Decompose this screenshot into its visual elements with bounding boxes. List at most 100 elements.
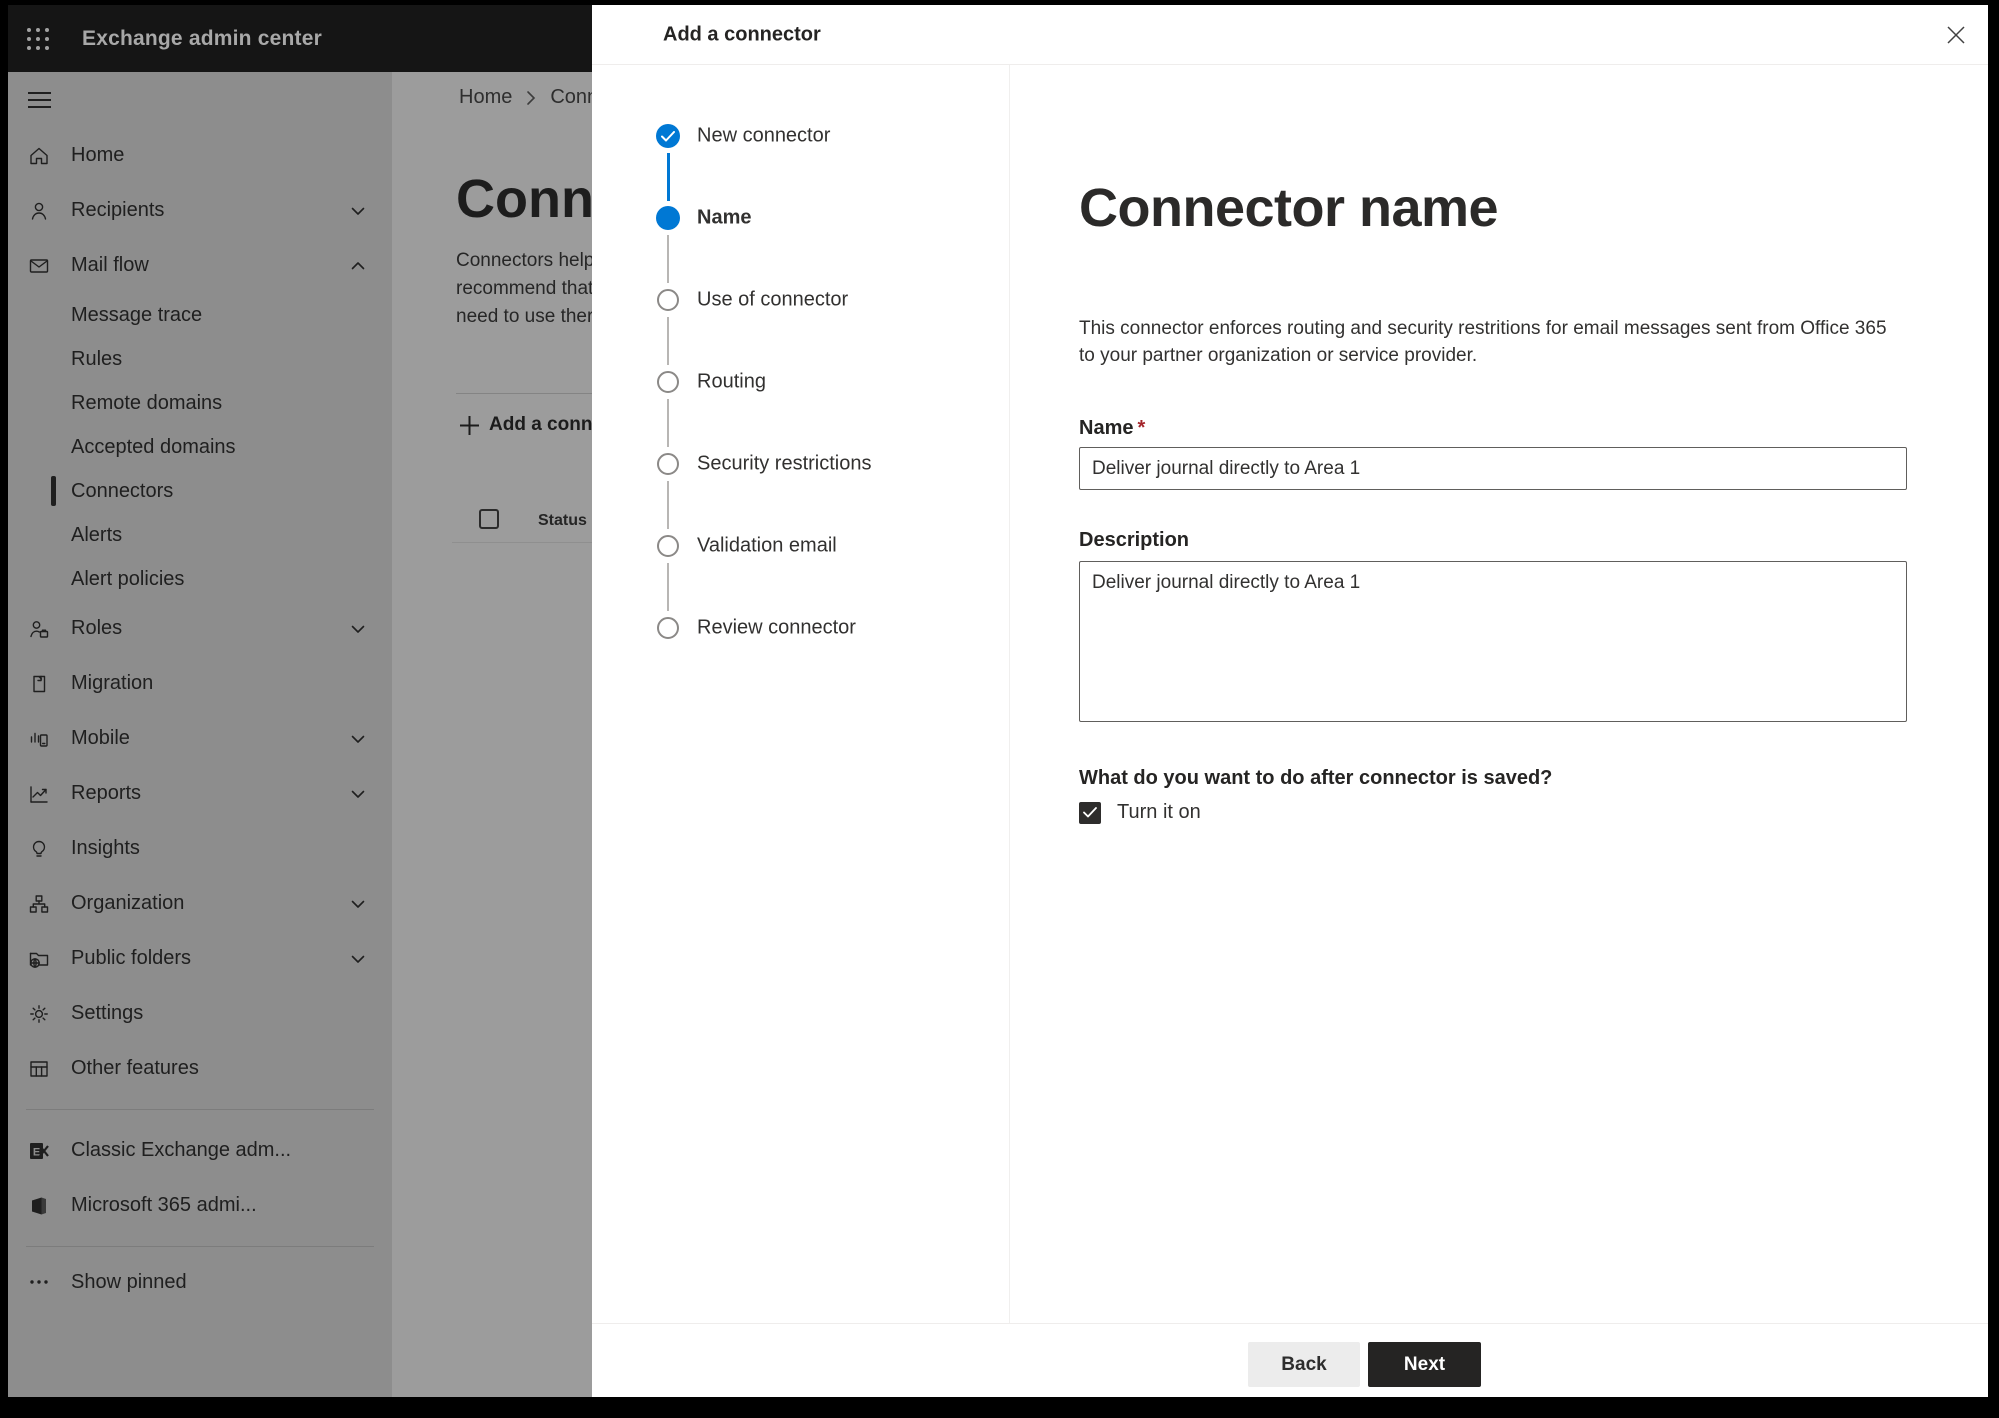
step-upcoming-icon[interactable] [657, 617, 679, 639]
dialog-main-pane: Connector name This connector enforces r… [1010, 65, 1988, 1323]
other-features-icon [28, 1058, 50, 1080]
migration-icon [28, 673, 50, 695]
breadcrumb-home-link[interactable]: Home [459, 86, 512, 109]
chevron-right-icon [526, 90, 536, 106]
step-upcoming-icon[interactable] [657, 371, 679, 393]
sidebar-item-message-trace[interactable]: Message trace [8, 293, 392, 337]
m365-logo-icon [28, 1195, 50, 1217]
public-folders-icon [28, 948, 50, 970]
wizard-step-label[interactable]: Security restrictions [697, 453, 872, 476]
wizard-step-security-restrictions: Security restrictions [592, 452, 1009, 534]
plus-icon [460, 415, 479, 435]
wizard-step-validation-email: Validation email [592, 534, 1009, 616]
sidebar-item-label: Accepted domains [71, 435, 236, 458]
required-asterisk: * [1137, 417, 1146, 439]
sidebar-item-migration[interactable]: Migration [8, 656, 392, 711]
next-button[interactable]: Next [1368, 1342, 1481, 1387]
sidebar-item-rules[interactable]: Rules [8, 337, 392, 381]
name-input[interactable] [1079, 447, 1907, 490]
name-field-label: Name * [1079, 417, 1146, 439]
turn-it-on-label: Turn it on [1117, 801, 1201, 823]
step-connector-line [666, 153, 670, 201]
checkbox-checked-icon [1079, 801, 1101, 824]
ellipsis-icon [28, 1271, 50, 1293]
sidebar-item-settings[interactable]: Settings [8, 986, 392, 1041]
sidebar-item-label: Alerts [71, 523, 123, 546]
step-connector-line [667, 563, 669, 611]
sidebar-item-label: Microsoft 365 admi... [71, 1194, 257, 1216]
sidebar-item-label: Mail flow [71, 254, 149, 276]
sidebar-item-mail-flow[interactable]: Mail flow [8, 238, 392, 293]
sidebar-item-recipients[interactable]: Recipients [8, 183, 392, 238]
close-icon[interactable] [1944, 23, 1968, 47]
sidebar-item-label: Reports [71, 782, 142, 804]
description-textarea[interactable]: Deliver journal directly to Area 1 [1079, 561, 1907, 722]
wizard-step-new-connector: New connector [592, 124, 1009, 206]
sidebar-item-public-folders[interactable]: Public folders [8, 931, 392, 986]
sidebar-item-organization[interactable]: Organization [8, 876, 392, 931]
home-icon [28, 145, 50, 167]
step-completed-icon[interactable] [656, 124, 680, 148]
background-page: Home Conne Connec Connectors helprecomme… [392, 72, 592, 1397]
sidebar-item-label: Connectors [71, 479, 174, 502]
sidebar-item-show-pinned[interactable]: Show pinned [8, 1260, 392, 1304]
sidebar-item-alert-policies[interactable]: Alert policies [8, 557, 392, 601]
step-upcoming-icon[interactable] [657, 289, 679, 311]
app-title: Exchange admin center [82, 26, 322, 50]
wizard-step-use-of-connector: Use of connector [592, 288, 1009, 370]
sidebar-item-insights[interactable]: Insights [8, 821, 392, 876]
wizard-step-label[interactable]: New connector [697, 125, 830, 148]
dialog-footer: Back Next [592, 1323, 1988, 1397]
app-launcher-waffle-icon[interactable] [24, 25, 52, 53]
sidebar-item-label: Alert policies [71, 567, 185, 590]
back-button[interactable]: Back [1248, 1342, 1360, 1387]
breadcrumb: Home Conne [459, 86, 592, 109]
chevron-down-icon [350, 621, 366, 637]
wizard-step-label[interactable]: Validation email [697, 535, 837, 558]
sidebar-item-mobile[interactable]: Mobile [8, 711, 392, 766]
page-description: Connectors help recommend that need to use… [456, 250, 592, 327]
sidebar-item-label: Mobile [71, 727, 130, 749]
step-upcoming-icon[interactable] [657, 453, 679, 475]
sidebar-item-label: Migration [71, 672, 154, 694]
sidebar-item-connectors[interactable]: Connectors [8, 469, 392, 513]
sidebar-item-label: Remote domains [71, 391, 223, 414]
wizard-step-label[interactable]: Review connector [697, 617, 856, 640]
wizard-steps-pane: New connector Name Use of connector Routing… [592, 65, 1010, 1323]
step-current-icon[interactable] [656, 206, 680, 230]
hamburger-menu-icon[interactable] [8, 72, 392, 128]
chevron-down-icon [350, 786, 366, 802]
turn-it-on-checkbox[interactable]: Turn it on [1079, 801, 1201, 824]
sidebar-item-label: Organization [71, 892, 185, 914]
sidebar-item-reports[interactable]: Reports [8, 766, 392, 821]
sidebar-item-accepted-domains[interactable]: Accepted domains [8, 425, 392, 469]
sidebar-item-other-features[interactable]: Other features [8, 1041, 392, 1096]
sidebar-item-microsoft-365-admi[interactable]: Microsoft 365 admi... [8, 1178, 392, 1233]
dialog-title: Add a connector [663, 23, 821, 45]
status-column-header[interactable]: Status [538, 512, 587, 530]
sidebar-item-label: Insights [71, 837, 140, 859]
sidebar-item-alerts[interactable]: Alerts [8, 513, 392, 557]
step-upcoming-icon[interactable] [657, 535, 679, 557]
mail-icon [28, 255, 50, 277]
sidebar-item-label: Roles [71, 617, 123, 639]
select-all-checkbox[interactable] [479, 509, 499, 529]
sidebar-item-label: Message trace [71, 303, 203, 326]
sidebar-item-classic-exchange-adm[interactable]: E Classic Exchange adm... [8, 1123, 392, 1178]
page-title: Connec [456, 169, 592, 229]
dialog-header: Add a connector [592, 5, 1988, 65]
chevron-down-icon [350, 896, 366, 912]
wizard-step-review-connector: Review connector [592, 616, 1009, 698]
divider [456, 393, 592, 394]
add-connector-button[interactable]: Add a conn [460, 412, 592, 438]
sidebar-item-roles[interactable]: Roles [8, 601, 392, 656]
sidebar-item-home[interactable]: Home [8, 128, 392, 183]
wizard-step-label[interactable]: Routing [697, 371, 766, 394]
sidebar: Home Recipients Mail flow Message trace Rule… [8, 72, 392, 1397]
wizard-step-label[interactable]: Use of connector [697, 289, 848, 312]
step-connector-line [667, 317, 669, 365]
sidebar-item-label: Home [71, 144, 125, 166]
sidebar-item-remote-domains[interactable]: Remote domains [8, 381, 392, 425]
wizard-step-label[interactable]: Name [697, 207, 751, 230]
roles-icon [28, 618, 50, 640]
